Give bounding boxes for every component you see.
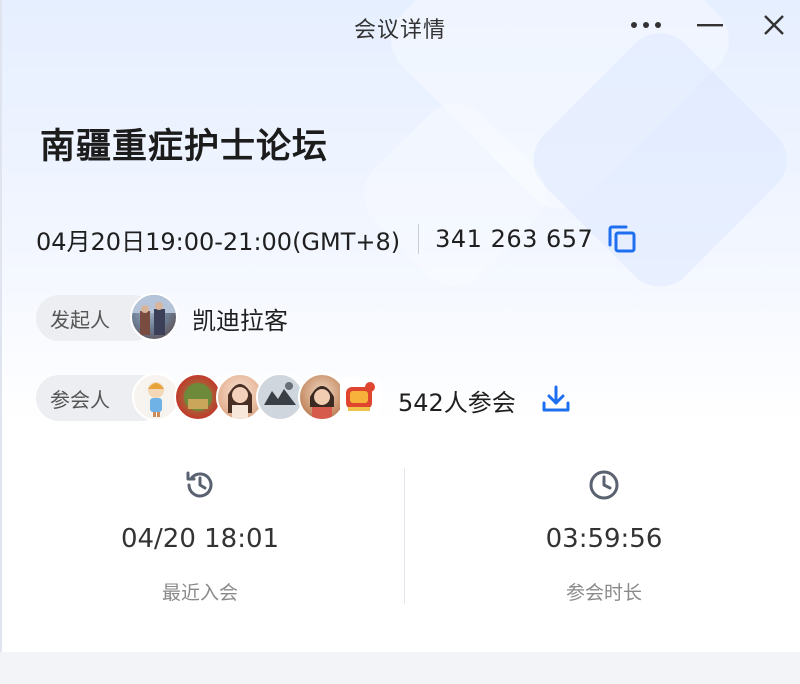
participant-count: 542人参会 [398, 389, 516, 417]
copy-button[interactable] [607, 224, 637, 254]
participant-avatar-2[interactable] [174, 373, 222, 421]
download-button[interactable] [540, 383, 572, 415]
avatar-image [346, 382, 375, 411]
stat-duration: 03:59:56 参会时长 [414, 460, 794, 610]
more-icon [631, 22, 661, 28]
minimize-icon [697, 24, 723, 27]
avatar-image [184, 383, 212, 411]
duration-label: 参会时长 [565, 582, 642, 604]
host-row: 发起人 凯迪拉客 [36, 293, 636, 343]
last-join-label: 最近入会 [161, 582, 238, 604]
duration-value: 03:59:56 [545, 524, 663, 554]
stats-divider [404, 468, 405, 604]
avatar-image [148, 382, 164, 417]
bottom-strip [0, 652, 800, 684]
minimize-button[interactable] [690, 6, 730, 44]
participant-avatar-6[interactable] [340, 377, 380, 417]
last-join-value: 04/20 18:01 [120, 524, 280, 554]
host-name: 凯迪拉客 [192, 307, 288, 335]
participant-avatar-4[interactable] [256, 373, 304, 421]
window-title: 会议详情 [353, 18, 446, 43]
participants-tag-label: 参会人 [50, 387, 110, 412]
meeting-info-row: 04月20日19:00-21:00(GMT+8) 341 263 657 [36, 222, 637, 256]
participants-row: 参会人 542人参会 [36, 373, 736, 423]
meeting-detail-window: 会议详情 南疆重症护士论坛 04月20日19:00-21:00(GMT+8) 3… [0, 0, 800, 684]
avatar-image [132, 295, 176, 335]
host-avatar[interactable] [130, 293, 178, 341]
clock-icon [589, 470, 619, 500]
avatar-image [310, 386, 334, 419]
title-bar: 会议详情 [0, 0, 800, 50]
divider [418, 224, 420, 254]
download-icon [542, 385, 570, 412]
meeting-id: 341 263 657 [435, 225, 594, 253]
meeting-time: 04月20日19:00-21:00(GMT+8) [36, 227, 401, 256]
copy-icon [608, 225, 636, 253]
close-icon [764, 15, 784, 35]
avatar-image [258, 375, 302, 419]
participant-avatar-1[interactable] [132, 373, 180, 421]
more-button[interactable] [626, 6, 666, 44]
host-tag-label: 发起人 [50, 307, 110, 332]
meeting-title: 南疆重症护士论坛 [40, 127, 329, 167]
close-button[interactable] [754, 6, 794, 44]
participant-avatar-5[interactable] [298, 373, 346, 421]
stat-last-join: 04/20 18:01 最近入会 [10, 460, 390, 610]
stats-section: 04/20 18:01 最近入会 03:59:56 参会时长 [0, 460, 800, 610]
history-icon [186, 471, 213, 498]
